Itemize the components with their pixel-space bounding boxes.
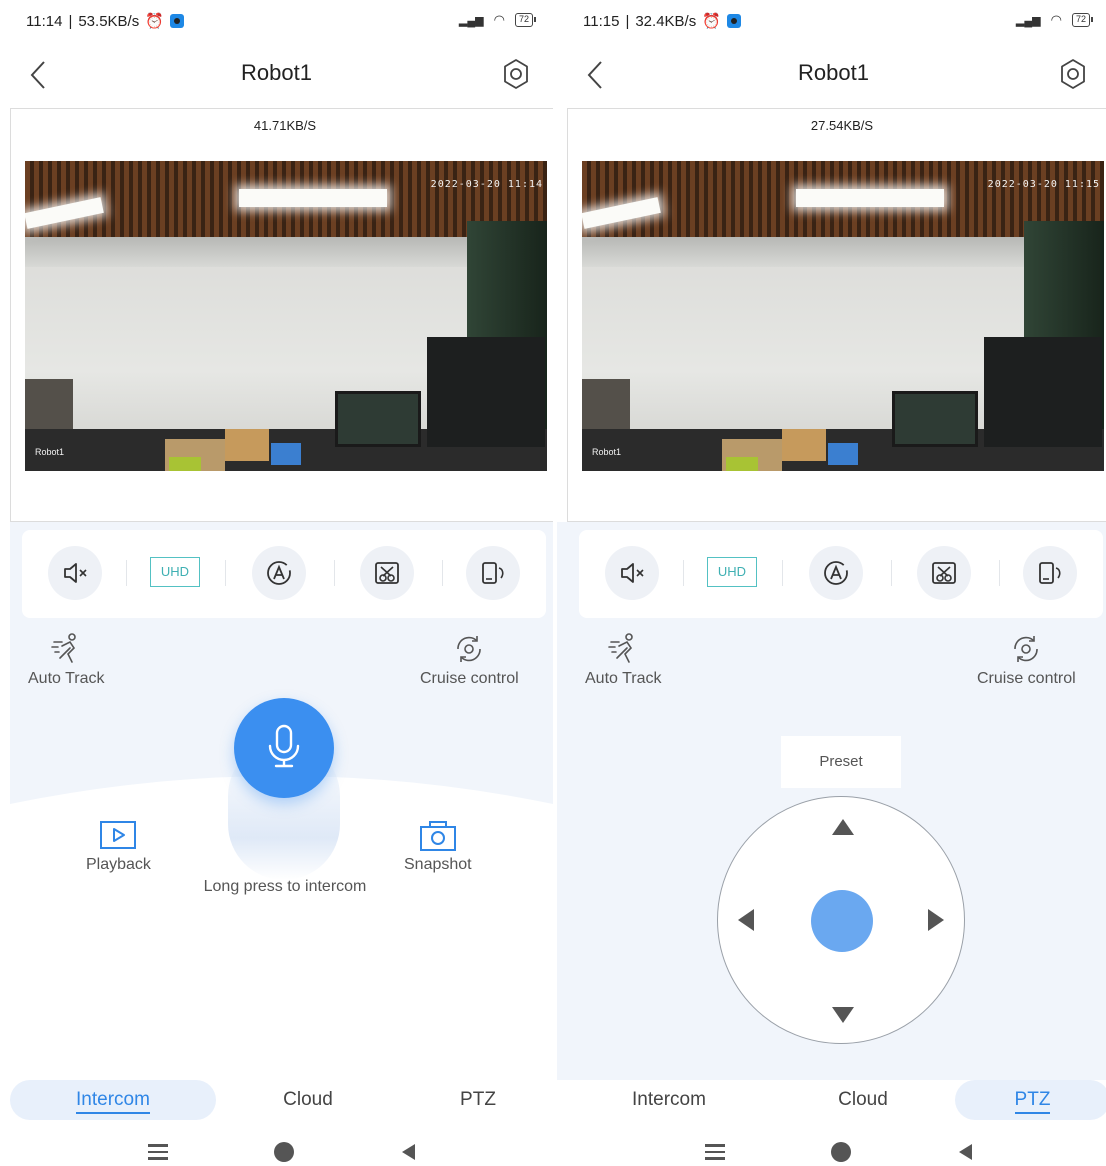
menu-icon[interactable] <box>148 1144 168 1160</box>
wifi-icon: ◠ <box>493 12 505 27</box>
speaker-muted-icon <box>64 563 87 583</box>
rotate-button[interactable] <box>1023 546 1077 600</box>
auto-track-label: Auto Track <box>585 670 662 687</box>
phone-rotate-icon <box>1039 562 1061 584</box>
ptz-joystick <box>717 796 965 1044</box>
cruise-control-button[interactable]: Cruise control <box>420 632 519 688</box>
screen-intercom: 11:14 | 53.5KB/s ⏰ ▂▄▆ ◠ 72 Robot1 41.71… <box>0 0 553 1166</box>
play-icon <box>100 821 137 849</box>
crop-button[interactable] <box>360 546 414 600</box>
back-triangle-icon[interactable] <box>959 1144 972 1160</box>
playback-label: Playback <box>86 856 151 873</box>
back-triangle-icon[interactable] <box>402 1144 415 1160</box>
status-time: 11:14 <box>26 12 63 30</box>
wifi-icon: ◠ <box>1050 12 1062 27</box>
rotate-button[interactable] <box>466 546 520 600</box>
camera-feed[interactable]: 2022-03-20 11:14 Robot1 <box>25 161 547 471</box>
bitrate-label: 27.54KB/S <box>810 118 874 133</box>
cruise-rotate-icon <box>1014 636 1039 662</box>
home-icon[interactable] <box>831 1142 851 1162</box>
page-title: Robot1 <box>798 60 869 85</box>
bottom-tabs: Intercom Cloud PTZ <box>557 1080 1106 1126</box>
pan-right-icon[interactable] <box>928 909 944 931</box>
auto-mode-button[interactable] <box>252 546 306 600</box>
scissors-icon <box>375 562 399 584</box>
bitrate-label: 41.71KB/S <box>253 118 317 133</box>
tab-cloud[interactable]: Cloud <box>230 1080 386 1120</box>
settings-gear-icon[interactable] <box>499 57 533 91</box>
crop-button[interactable] <box>917 546 971 600</box>
uhd-button[interactable]: UHD <box>150 557 200 587</box>
bottom-tabs: Intercom Cloud PTZ <box>0 1080 553 1126</box>
menu-icon[interactable] <box>705 1144 725 1160</box>
intercom-mic-button[interactable] <box>234 698 334 798</box>
toolbar: UHD <box>22 530 546 618</box>
pan-left-icon[interactable] <box>738 909 754 931</box>
uhd-button[interactable]: UHD <box>707 557 757 587</box>
video-frame[interactable]: 41.71KB/S 2022-03-20 11:14 Robot1 <box>10 108 553 522</box>
cruise-rotate-icon <box>457 636 482 662</box>
battery-icon: 72 <box>514 13 537 27</box>
snapshot-label: Snapshot <box>404 856 472 873</box>
signal-icon: ▂▄▆ <box>458 14 484 27</box>
system-nav-bar <box>557 1130 1106 1166</box>
phone-rotate-icon <box>482 562 504 584</box>
cruise-control-button[interactable]: Cruise control <box>977 632 1076 688</box>
header: Robot1 <box>557 46 1106 104</box>
header: Robot1 <box>0 46 553 104</box>
auto-track-button[interactable]: Auto Track <box>585 632 661 688</box>
video-frame[interactable]: 27.54KB/S 2022-03-20 11:15 Robot1 <box>567 108 1106 522</box>
running-person-icon <box>51 633 77 663</box>
battery-icon: 72 <box>1071 13 1094 27</box>
feed-camera-name: Robot1 <box>592 447 622 457</box>
feed-timestamp: 2022-03-20 11:14 <box>430 179 543 190</box>
tab-cloud[interactable]: Cloud <box>785 1080 941 1120</box>
joystick-center-button[interactable] <box>811 890 873 952</box>
auto-mode-icon <box>267 561 291 585</box>
page-title: Robot1 <box>241 60 312 85</box>
screens-container: 11:14 | 53.5KB/s ⏰ ▂▄▆ ◠ 72 Robot1 41.71… <box>0 0 1106 1166</box>
camera-feed[interactable]: 2022-03-20 11:15 Robot1 <box>582 161 1104 471</box>
alarm-icon: ⏰ <box>145 13 164 30</box>
cruise-control-label: Cruise control <box>420 670 519 687</box>
auto-track-button[interactable]: Auto Track <box>28 632 104 688</box>
app-notification-icon <box>726 14 741 28</box>
cruise-control-label: Cruise control <box>977 670 1076 687</box>
screen-ptz: 11:15 | 32.4KB/s ⏰ ▂▄▆ ◠ 72 Robot1 27.54… <box>557 0 1106 1166</box>
scissors-icon <box>932 562 956 584</box>
pan-down-icon[interactable] <box>832 1007 854 1023</box>
status-time: 11:15 <box>583 12 620 30</box>
feed-camera-name: Robot1 <box>35 447 65 457</box>
auto-mode-icon <box>824 561 848 585</box>
tab-intercom[interactable]: Intercom <box>10 1080 216 1120</box>
status-bar: 11:15 | 32.4KB/s ⏰ ▂▄▆ ◠ 72 <box>557 0 1106 44</box>
mute-button[interactable] <box>48 546 102 600</box>
tab-ptz[interactable]: PTZ <box>955 1080 1106 1120</box>
toolbar: UHD <box>579 530 1103 618</box>
mute-button[interactable] <box>605 546 659 600</box>
running-person-icon <box>608 633 634 663</box>
feed-timestamp: 2022-03-20 11:15 <box>987 179 1100 190</box>
microphone-icon <box>268 724 300 768</box>
status-bar: 11:14 | 53.5KB/s ⏰ ▂▄▆ ◠ 72 <box>0 0 553 44</box>
speaker-muted-icon <box>621 563 644 583</box>
tab-ptz[interactable]: PTZ <box>400 1080 553 1120</box>
status-speed: 32.4KB/s <box>635 12 697 30</box>
home-icon[interactable] <box>274 1142 294 1162</box>
playback-button[interactable]: Playback <box>86 820 151 874</box>
long-press-hint: Long press to intercom <box>203 878 367 895</box>
settings-gear-icon[interactable] <box>1056 57 1090 91</box>
system-nav-bar <box>0 1130 553 1166</box>
preset-button[interactable]: Preset <box>781 736 901 788</box>
status-speed: 53.5KB/s <box>78 12 140 30</box>
alarm-icon: ⏰ <box>702 13 721 30</box>
auto-mode-button[interactable] <box>809 546 863 600</box>
tab-intercom[interactable]: Intercom <box>587 1080 751 1120</box>
app-notification-icon <box>169 14 184 28</box>
snapshot-button[interactable]: Snapshot <box>404 818 472 874</box>
signal-icon: ▂▄▆ <box>1015 14 1041 27</box>
camera-icon <box>419 821 456 851</box>
pan-up-icon[interactable] <box>832 819 854 835</box>
auto-track-label: Auto Track <box>28 670 105 687</box>
